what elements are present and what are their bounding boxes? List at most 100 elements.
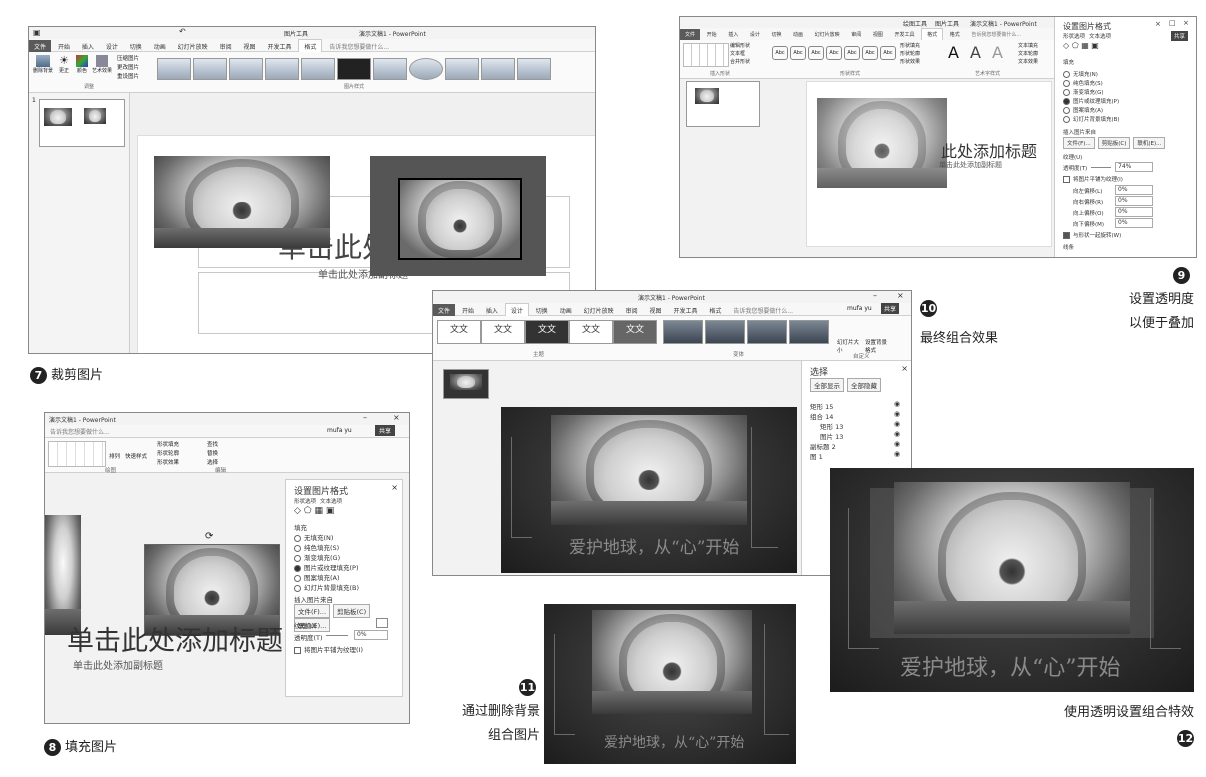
pane-tab-shape[interactable]: 形状选项 [294, 497, 316, 505]
share-button[interactable]: 共享 [1171, 31, 1189, 41]
eye-icon[interactable]: ◉ [894, 410, 900, 418]
section-fill[interactable]: 填充 [1063, 58, 1074, 66]
find-button[interactable]: 查找 [207, 440, 218, 448]
shape-style-3[interactable]: Abc [808, 46, 824, 60]
picture-style-6[interactable] [337, 58, 371, 80]
transparency-input[interactable]: 74% [1115, 162, 1153, 172]
eye-icon[interactable]: ◉ [894, 450, 900, 458]
crop-region[interactable] [398, 178, 522, 260]
theme-5[interactable]: 文文 [613, 320, 657, 344]
pane-close-icon[interactable]: × [391, 483, 398, 492]
show-all-button[interactable]: 全部显示 [810, 378, 844, 392]
reset-picture-button[interactable]: 重设图片 [117, 72, 139, 80]
pane-close-icon[interactable]: × [1155, 20, 1161, 28]
fill-none[interactable]: 无填充(N) [294, 532, 333, 542]
tab-insert[interactable]: 插入 [723, 29, 743, 40]
window-close-icon[interactable]: × [1183, 19, 1189, 27]
eye-icon[interactable]: ◉ [894, 440, 900, 448]
offset-top-input[interactable]: 0% [1115, 207, 1153, 217]
share-button[interactable]: 共享 [375, 425, 396, 436]
tab-developer[interactable]: 开发工具 [889, 29, 919, 40]
variant-1[interactable] [663, 320, 703, 344]
variant-4[interactable] [789, 320, 829, 344]
transparency-input[interactable]: 0% [354, 630, 388, 640]
layer-item[interactable]: 图 1 [810, 451, 823, 461]
tab-home[interactable]: 开始 [702, 29, 722, 40]
pane-tab-text[interactable]: 文本选项 [1089, 32, 1111, 40]
shape-fill-button[interactable]: 形状填充 [157, 440, 179, 448]
replace-button[interactable]: 替换 [207, 449, 218, 457]
close-icon[interactable]: × [897, 291, 904, 300]
hide-all-button[interactable]: 全部隐藏 [847, 378, 881, 392]
shape-style-7[interactable]: Abc [880, 46, 896, 60]
section-line[interactable]: 线条 [1063, 243, 1074, 251]
theme-4[interactable]: 文文 [569, 320, 613, 344]
shape-style-5[interactable]: Abc [844, 46, 860, 60]
rotate-with-shape[interactable]: 与形状一起旋转(W) [1063, 231, 1121, 239]
fill-picture[interactable]: 图片或纹理填充(P) [294, 562, 359, 572]
selected-picture[interactable] [817, 98, 947, 188]
heart-photo-left[interactable] [154, 156, 330, 248]
picture-style-2[interactable] [193, 58, 227, 80]
undo-icon[interactable]: ↶ [179, 27, 186, 36]
fill-pattern[interactable]: 图案填充(A) [1063, 106, 1103, 114]
fill-none[interactable]: 无填充(N) [1063, 70, 1098, 78]
variant-2[interactable] [705, 320, 745, 344]
tab-view[interactable]: 视图 [868, 29, 888, 40]
layer-item[interactable]: 矩形 15 [810, 401, 833, 411]
wordart-style-1[interactable]: A [948, 43, 959, 62]
minimize-icon[interactable]: – [873, 291, 877, 300]
pane-close-icon[interactable]: × [901, 364, 908, 373]
offset-right-input[interactable]: 0% [1115, 196, 1153, 206]
compress-pictures-button[interactable]: 压缩图片 [117, 54, 139, 62]
theme-3[interactable]: 文文 [525, 320, 569, 344]
layer-item[interactable]: 组合 14 [810, 411, 833, 421]
fill-solid[interactable]: 纯色填充(S) [1063, 79, 1103, 87]
texture-picker[interactable] [376, 618, 388, 628]
text-effects-button[interactable]: 文本效果 [1018, 58, 1038, 65]
theme-2[interactable]: 文文 [481, 320, 525, 344]
clipboard-button[interactable]: 剪贴板(C) [1097, 137, 1131, 149]
picture-style-7[interactable] [373, 58, 407, 80]
transparency-slider[interactable] [326, 635, 348, 636]
shape-style-6[interactable]: Abc [862, 46, 878, 60]
remove-background-button[interactable]: 删除背景 [32, 55, 54, 74]
share-button[interactable]: 共享 [881, 303, 900, 314]
picture-styles-gallery[interactable] [157, 58, 557, 80]
shape-style-1[interactable]: Abc [772, 46, 788, 60]
picture-style-8[interactable] [409, 58, 443, 80]
wordart-style-2[interactable]: A [970, 43, 981, 62]
tab-file[interactable]: 文件 [680, 29, 701, 40]
pane-tab-text[interactable]: 文本选项 [320, 497, 342, 505]
picture-left-edge[interactable] [45, 515, 81, 635]
text-fill-button[interactable]: 文本填充 [1018, 42, 1038, 49]
picture-style-3[interactable] [229, 58, 263, 80]
save-icon[interactable]: ▣ [33, 28, 41, 37]
tab-format-picture[interactable]: 格式 [945, 29, 965, 40]
window-restore-icon[interactable]: □ [1169, 19, 1176, 27]
shape-outline-button[interactable]: 形状轮廓 [900, 50, 920, 57]
fill-slide-bg[interactable]: 幻灯片背景填充(B) [1063, 115, 1120, 123]
fill-solid[interactable]: 纯色填充(S) [294, 542, 339, 552]
shape-style-2[interactable]: Abc [790, 46, 806, 60]
corrections-button[interactable]: ☀ 更正 [56, 55, 72, 75]
user-name[interactable]: mufa yu [847, 305, 872, 312]
picture-style-11[interactable] [517, 58, 551, 80]
slide[interactable]: 此处添加标题 单击此处添加副标题 [806, 81, 1052, 247]
clipboard-button[interactable]: 剪贴板(C) [333, 604, 371, 618]
picture-style-9[interactable] [445, 58, 479, 80]
fill-line-icon[interactable]: ◇ ⬠ ▦ ▣ [1063, 41, 1099, 50]
tab-animations[interactable]: 动画 [788, 29, 808, 40]
tab-format[interactable]: 格式 [298, 39, 323, 53]
slide-thumbnail[interactable] [686, 81, 760, 127]
user-name[interactable]: mufa yu [327, 427, 352, 434]
change-picture-button[interactable]: 更改图片 [117, 63, 139, 71]
slide-thumbnail[interactable] [443, 369, 489, 399]
theme-1[interactable]: 文文 [437, 320, 481, 344]
tab-review[interactable]: 审阅 [846, 29, 866, 40]
text-box-button[interactable]: 文本框 [730, 50, 745, 57]
tile-option[interactable]: 将图片平铺为纹理(I) [294, 644, 363, 654]
fill-gradient[interactable]: 渐变填充(G) [1063, 88, 1104, 96]
shapes-gallery[interactable] [683, 43, 729, 67]
tab-slideshow[interactable]: 幻灯片放映 [810, 29, 845, 40]
